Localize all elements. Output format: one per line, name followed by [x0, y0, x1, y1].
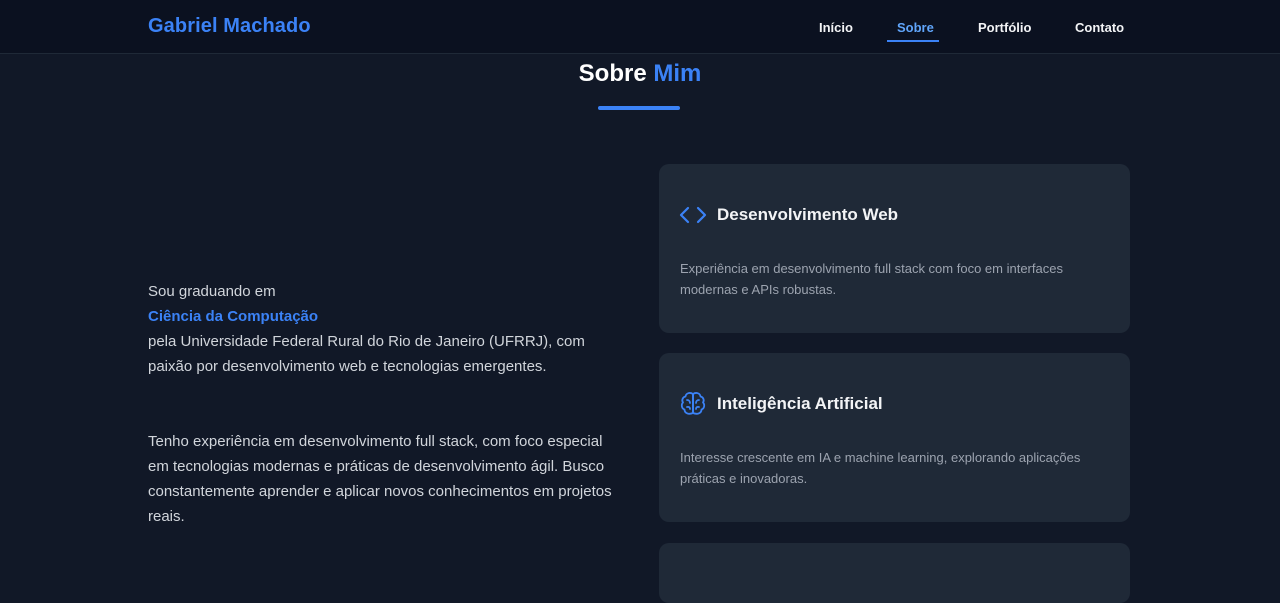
card-artificial-intelligence: Inteligência Artificial Interesse cresce…: [659, 353, 1130, 522]
about-university-text: pela Universidade Federal Rural do Rio d…: [148, 333, 585, 375]
about-paragraph-1: Sou graduando em Ciência da Computação p…: [148, 279, 618, 379]
card-partial: [659, 543, 1130, 603]
card-title: Desenvolvimento Web: [717, 205, 899, 224]
section-title-accent: Mim: [653, 60, 702, 87]
section-title: Sobre Mim: [0, 60, 1280, 88]
nav-link-inicio[interactable]: Início: [819, 20, 853, 35]
about-intro-text: Sou graduando em: [148, 283, 276, 300]
nav-link-contato[interactable]: Contato: [1075, 20, 1124, 35]
section-title-prefix: Sobre: [578, 60, 647, 87]
title-underline: [598, 106, 680, 110]
nav-link-portfolio[interactable]: Portfólio: [978, 20, 1031, 35]
about-paragraph-2: Tenho experiência em desenvolvimento ful…: [148, 433, 612, 525]
brand-logo[interactable]: Gabriel Machado: [148, 15, 311, 38]
navbar: Gabriel Machado Início Sobre Portfólio C…: [0, 0, 1280, 54]
card-web-development: Desenvolvimento Web Experiência em desen…: [659, 164, 1130, 333]
nav-link-sobre[interactable]: Sobre: [897, 20, 934, 35]
brain-icon: [680, 392, 706, 415]
card-description: Interesse crescente em IA e machine lear…: [680, 450, 1081, 486]
nav-active-underline: [887, 40, 939, 42]
about-course-highlight: Ciência da Computação: [148, 308, 319, 325]
code-icon: [679, 206, 707, 224]
card-title: Inteligência Artificial: [717, 394, 883, 413]
card-description: Experiência em desenvolvimento full stac…: [680, 261, 1063, 297]
